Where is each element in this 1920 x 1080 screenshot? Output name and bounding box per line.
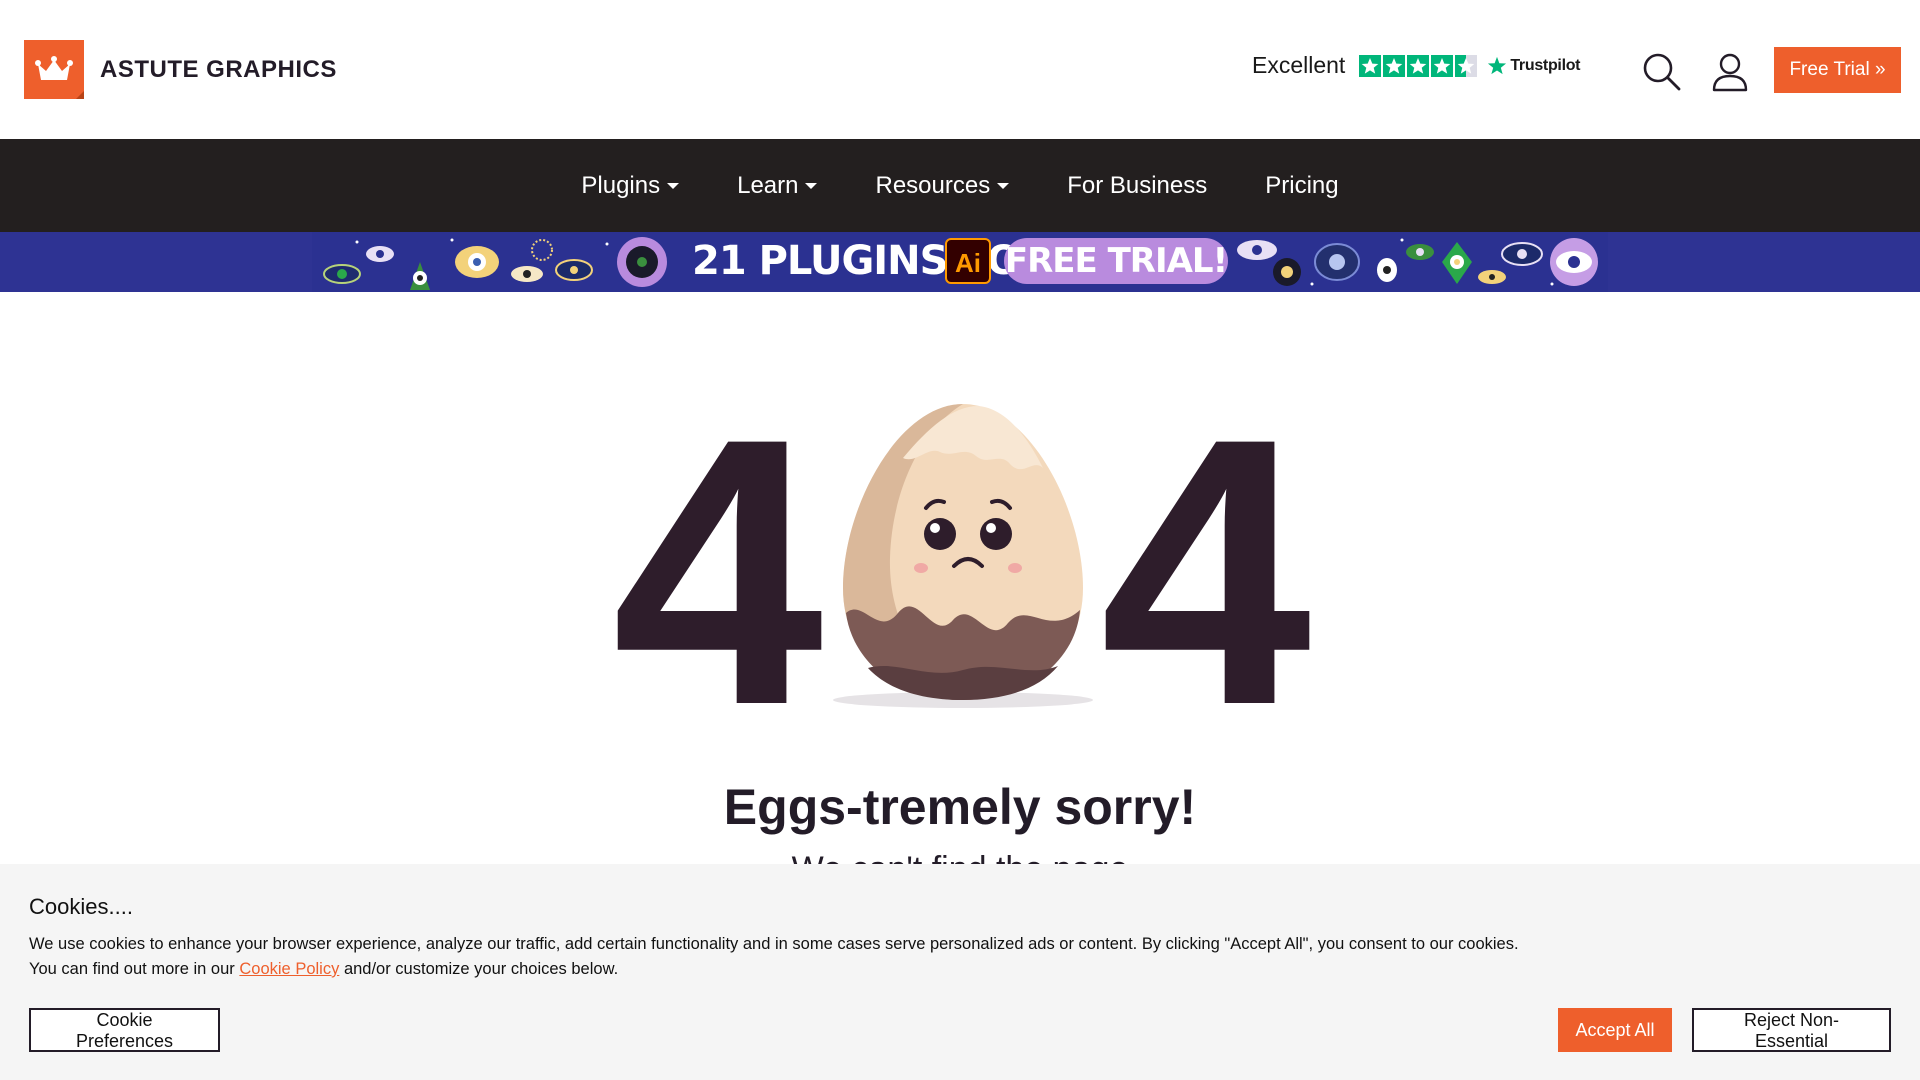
- cookie-text-suffix: and/or customize your choices below.: [343, 960, 619, 978]
- brand-logo-link[interactable]: ASTUTE GRAPHICS: [24, 40, 337, 99]
- cookie-title: Cookies....: [29, 894, 133, 919]
- cookie-preferences-button[interactable]: Cookie Preferences: [29, 1008, 220, 1052]
- error-digit-right: 4: [1100, 359, 1312, 784]
- main-nav: Plugins Learn Resources For Business Pri…: [0, 139, 1920, 232]
- cookie-text-prefix: You can find out more in our: [29, 960, 235, 978]
- promo-banner-link[interactable]: 21 PLUGINS FOR Ai FREE TRIAL!: [312, 232, 1608, 292]
- cookie-text: We use cookies to enhance your browser e…: [29, 932, 1629, 982]
- nav-item-for-business[interactable]: For Business: [1067, 172, 1207, 200]
- error-heading: Eggs-tremely sorry!: [723, 779, 1197, 835]
- banner-headline: 21 PLUGINS FOR: [692, 238, 1051, 284]
- cookie-text-line-1: We use cookies to enhance your browser e…: [29, 935, 1519, 953]
- nav-item-pricing[interactable]: Pricing: [1265, 172, 1338, 200]
- star-icon: [1407, 54, 1430, 77]
- nav-items: Plugins Learn Resources For Business Pri…: [0, 139, 1920, 232]
- user-icon[interactable]: [1710, 52, 1750, 92]
- accept-all-button[interactable]: Accept All: [1558, 1008, 1672, 1052]
- star-icon: [1383, 54, 1406, 77]
- banner-free-trial-pill: FREE TRIAL!: [1004, 238, 1228, 284]
- cookie-text-line-2: You can find out more in our Cookie Poli…: [29, 957, 1629, 982]
- trustpilot-stars: [1359, 54, 1478, 77]
- nav-item-label: Learn: [737, 171, 799, 199]
- nav-item-resources[interactable]: Resources: [875, 171, 1010, 200]
- nav-item-label: Plugins: [581, 171, 661, 199]
- cookie-policy-link[interactable]: Cookie Policy: [239, 960, 339, 978]
- caret-down-icon: [997, 182, 1010, 189]
- cookie-banner: Cookies.... We use cookies to enhance yo…: [0, 864, 1920, 1080]
- crown-icon: [24, 40, 84, 99]
- star-icon: [1431, 54, 1454, 77]
- caret-down-icon: [667, 182, 680, 189]
- trustpilot-rating-label: Excellent: [1252, 52, 1346, 78]
- nav-item-label: For Business: [1067, 171, 1208, 199]
- trustpilot-logo: Trustpilot: [1487, 56, 1581, 76]
- site-header: ASTUTE GRAPHICS Excellent Trustpilot Fre…: [0, 0, 1920, 139]
- page: ASTUTE GRAPHICS Excellent Trustpilot Fre…: [0, 0, 1920, 1080]
- half-star-icon: [1455, 54, 1478, 77]
- trustpilot-brand-text: Trustpilot: [1510, 56, 1581, 74]
- nav-item-learn[interactable]: Learn: [737, 171, 818, 200]
- illustrator-app-icon: Ai: [945, 238, 991, 284]
- promo-banner: 21 PLUGINS FOR Ai FREE TRIAL!: [0, 232, 1920, 292]
- search-icon[interactable]: [1642, 52, 1682, 92]
- trustpilot-widget[interactable]: Excellent Trustpilot: [1252, 52, 1581, 79]
- brand-name: ASTUTE GRAPHICS: [100, 55, 337, 83]
- nav-item-plugins[interactable]: Plugins: [581, 171, 680, 200]
- trustpilot-star-icon: [1488, 56, 1507, 74]
- free-trial-button[interactable]: Free Trial »: [1774, 47, 1901, 93]
- sad-egg-illustration: [833, 404, 1093, 708]
- reject-non-essential-button[interactable]: Reject Non-Essential: [1692, 1008, 1891, 1052]
- nav-item-label: Pricing: [1265, 171, 1339, 199]
- nav-item-label: Resources: [875, 171, 991, 199]
- caret-down-icon: [805, 182, 818, 189]
- error-digit-left: 4: [612, 359, 824, 784]
- star-icon: [1359, 54, 1382, 77]
